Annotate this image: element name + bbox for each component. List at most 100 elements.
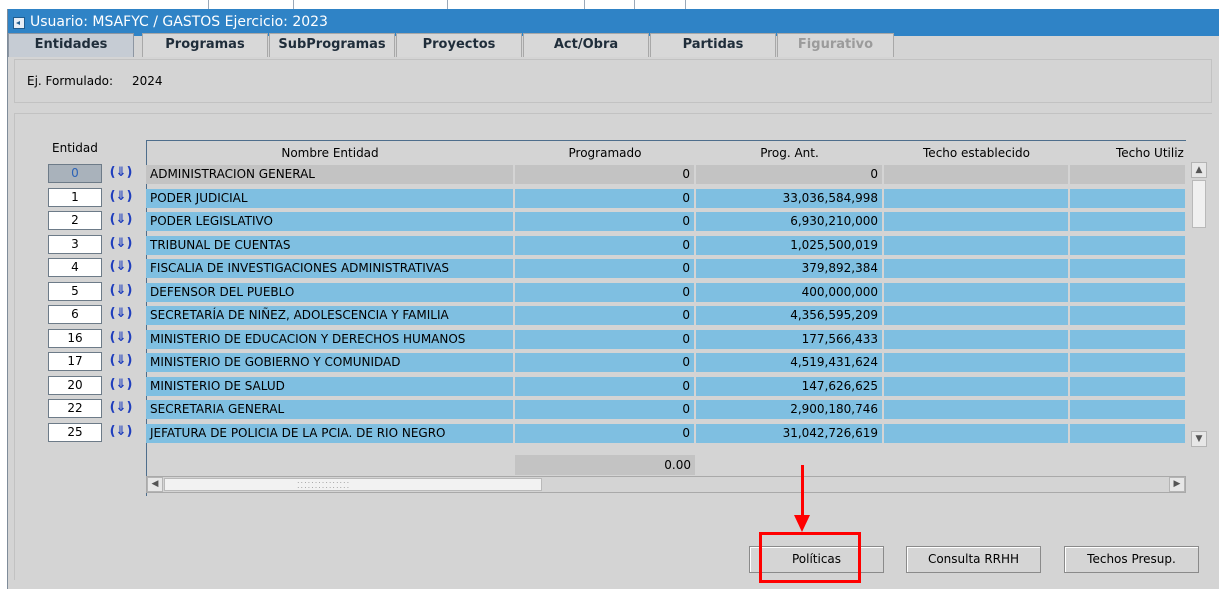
- cell-nombre[interactable]: SECRETARIA GENERAL: [146, 400, 514, 419]
- download-icon[interactable]: (⇓): [106, 211, 136, 230]
- table-row[interactable]: 0 (⇓) ADMINISTRACION GENERAL 0 0: [0, 164, 1219, 184]
- cell-techo-utilizado[interactable]: [1070, 283, 1186, 302]
- entidad-id-field[interactable]: 1: [48, 188, 102, 207]
- download-icon[interactable]: (⇓): [106, 282, 136, 301]
- cell-techo-establecido[interactable]: [884, 330, 1069, 349]
- cell-techo-utilizado[interactable]: [1070, 165, 1186, 184]
- cell-techo-establecido[interactable]: [884, 306, 1069, 325]
- cell-techo-establecido[interactable]: [884, 236, 1069, 255]
- tab-subprogramas[interactable]: SubProgramas: [269, 33, 395, 57]
- cell-prog-ant[interactable]: 31,042,726,619: [696, 424, 883, 443]
- cell-programado[interactable]: 0: [515, 400, 695, 419]
- download-icon[interactable]: (⇓): [106, 423, 136, 442]
- scroll-thumb[interactable]: [1192, 180, 1206, 228]
- entidad-id-field[interactable]: 25: [48, 423, 102, 442]
- cell-programado[interactable]: 0: [515, 165, 695, 184]
- title-bar[interactable]: Usuario: MSAFYC / GASTOS Ejercicio: 2023: [8, 9, 1219, 36]
- table-row[interactable]: 4 (⇓) FISCALIA DE INVESTIGACIONES ADMINIST…: [0, 258, 1219, 278]
- cell-nombre[interactable]: JEFATURA DE POLICIA DE LA PCIA. DE RIO N…: [146, 424, 514, 443]
- download-icon[interactable]: (⇓): [106, 188, 136, 207]
- cell-programado[interactable]: 0: [515, 330, 695, 349]
- cell-nombre[interactable]: TRIBUNAL DE CUENTAS: [146, 236, 514, 255]
- cell-techo-utilizado[interactable]: [1070, 424, 1186, 443]
- entidad-id-field[interactable]: 3: [48, 235, 102, 254]
- cell-programado[interactable]: 0: [515, 353, 695, 372]
- cell-prog-ant[interactable]: 4,356,595,209: [696, 306, 883, 325]
- cell-techo-establecido[interactable]: [884, 259, 1069, 278]
- cell-techo-utilizado[interactable]: [1070, 400, 1186, 419]
- cell-prog-ant[interactable]: 2,900,180,746: [696, 400, 883, 419]
- cell-nombre[interactable]: PODER LEGISLATIVO: [146, 212, 514, 231]
- tab-partidas[interactable]: Partidas: [650, 33, 776, 57]
- cell-techo-utilizado[interactable]: [1070, 306, 1186, 325]
- consulta-rrhh-button[interactable]: Consulta RRHH: [906, 546, 1041, 573]
- cell-techo-establecido[interactable]: [884, 353, 1069, 372]
- entidad-id-field[interactable]: 20: [48, 376, 102, 395]
- cell-techo-establecido[interactable]: [884, 283, 1069, 302]
- cell-prog-ant[interactable]: 6,930,210,000: [696, 212, 883, 231]
- vertical-scrollbar[interactable]: ▲ ▼: [1191, 162, 1207, 447]
- table-row[interactable]: 22 (⇓) SECRETARIA GENERAL 0 2,900,180,746: [0, 399, 1219, 419]
- cell-programado[interactable]: 0: [515, 236, 695, 255]
- table-row[interactable]: 16 (⇓) MINISTERIO DE EDUCACION Y DERECHOS …: [0, 329, 1219, 349]
- table-row[interactable]: 25 (⇓) JEFATURA DE POLICIA DE LA PCIA. DE …: [0, 423, 1219, 443]
- cell-programado[interactable]: 0: [515, 212, 695, 231]
- cell-nombre[interactable]: PODER JUDICIAL: [146, 189, 514, 208]
- download-icon[interactable]: (⇓): [106, 352, 136, 371]
- table-row[interactable]: 5 (⇓) DEFENSOR DEL PUEBLO 0 400,000,000: [0, 282, 1219, 302]
- entidad-id-field[interactable]: 22: [48, 399, 102, 418]
- cell-nombre[interactable]: DEFENSOR DEL PUEBLO: [146, 283, 514, 302]
- cell-prog-ant[interactable]: 33,036,584,998: [696, 189, 883, 208]
- cell-techo-utilizado[interactable]: [1070, 212, 1186, 231]
- download-icon[interactable]: (⇓): [106, 376, 136, 395]
- download-icon[interactable]: (⇓): [106, 164, 136, 183]
- tab-entidades[interactable]: Entidades: [8, 33, 134, 57]
- cell-techo-establecido[interactable]: [884, 212, 1069, 231]
- entidad-id-field[interactable]: 16: [48, 329, 102, 348]
- cell-nombre[interactable]: SECRETARÍA DE NIÑEZ, ADOLESCENCIA Y FAMI…: [146, 306, 514, 325]
- cell-programado[interactable]: 0: [515, 306, 695, 325]
- scroll-down-icon[interactable]: ▼: [1191, 431, 1207, 447]
- cell-techo-establecido[interactable]: [884, 165, 1069, 184]
- tab-proyectos[interactable]: Proyectos: [396, 33, 522, 57]
- cell-prog-ant[interactable]: 4,519,431,624: [696, 353, 883, 372]
- cell-programado[interactable]: 0: [515, 283, 695, 302]
- cell-programado[interactable]: 0: [515, 259, 695, 278]
- scroll-left-icon[interactable]: ◀: [147, 477, 163, 492]
- cell-nombre[interactable]: FISCALIA DE INVESTIGACIONES ADMINISTRATI…: [146, 259, 514, 278]
- table-row[interactable]: 2 (⇓) PODER LEGISLATIVO 0 6,930,210,000: [0, 211, 1219, 231]
- cell-programado[interactable]: 0: [515, 424, 695, 443]
- cell-prog-ant[interactable]: 379,892,384: [696, 259, 883, 278]
- entidad-id-field[interactable]: 5: [48, 282, 102, 301]
- techos-presup-button[interactable]: Techos Presup.: [1064, 546, 1199, 573]
- cell-techo-utilizado[interactable]: [1070, 259, 1186, 278]
- table-row[interactable]: 3 (⇓) TRIBUNAL DE CUENTAS 0 1,025,500,019: [0, 235, 1219, 255]
- cell-prog-ant[interactable]: 400,000,000: [696, 283, 883, 302]
- cell-techo-establecido[interactable]: [884, 400, 1069, 419]
- hscroll-thumb[interactable]: ⁚⁚⁚⁚⁚⁚⁚⁚⁚⁚⁚⁚⁚⁚⁚: [164, 478, 542, 491]
- cell-techo-establecido[interactable]: [884, 424, 1069, 443]
- cell-prog-ant[interactable]: 177,566,433: [696, 330, 883, 349]
- cell-nombre[interactable]: MINISTERIO DE SALUD: [146, 377, 514, 396]
- download-icon[interactable]: (⇓): [106, 305, 136, 324]
- cell-techo-utilizado[interactable]: [1070, 236, 1186, 255]
- download-icon[interactable]: (⇓): [106, 399, 136, 418]
- entidad-id-field[interactable]: 0: [48, 164, 102, 183]
- cell-nombre[interactable]: ADMINISTRACION GENERAL: [146, 165, 514, 184]
- entidad-id-field[interactable]: 2: [48, 211, 102, 230]
- scroll-right-icon[interactable]: ▶: [1169, 477, 1185, 492]
- cell-techo-utilizado[interactable]: [1070, 377, 1186, 396]
- table-row[interactable]: 20 (⇓) MINISTERIO DE SALUD 0 147,626,625: [0, 376, 1219, 396]
- download-icon[interactable]: (⇓): [106, 258, 136, 277]
- cell-programado[interactable]: 0: [515, 189, 695, 208]
- cell-programado[interactable]: 0: [515, 377, 695, 396]
- tab-act-obra[interactable]: Act/Obra: [523, 33, 649, 57]
- table-row[interactable]: 1 (⇓) PODER JUDICIAL 0 33,036,584,998: [0, 188, 1219, 208]
- cell-nombre[interactable]: MINISTERIO DE GOBIERNO Y COMUNIDAD: [146, 353, 514, 372]
- cell-techo-establecido[interactable]: [884, 377, 1069, 396]
- table-row[interactable]: 17 (⇓) MINISTERIO DE GOBIERNO Y COMUNIDAD 0…: [0, 352, 1219, 372]
- scroll-up-icon[interactable]: ▲: [1191, 162, 1207, 178]
- table-row[interactable]: 6 (⇓) SECRETARÍA DE NIÑEZ, ADOLESCENCIA Y …: [0, 305, 1219, 325]
- entidad-id-field[interactable]: 4: [48, 258, 102, 277]
- cell-prog-ant[interactable]: 1,025,500,019: [696, 236, 883, 255]
